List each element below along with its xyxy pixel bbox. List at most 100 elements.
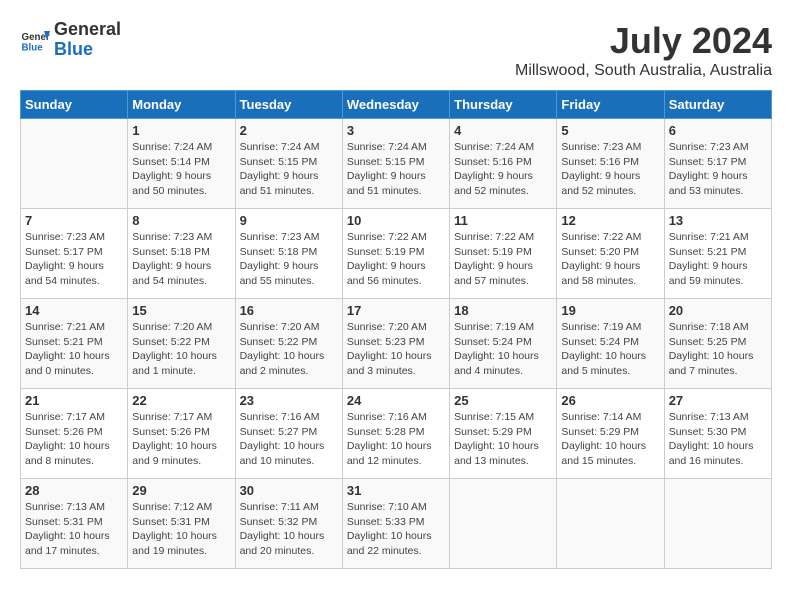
day-cell: 17 Sunrise: 7:20 AM Sunset: 5:23 PM Dayli… <box>342 299 449 389</box>
day-info: Sunrise: 7:22 AM Sunset: 5:20 PM Dayligh… <box>561 230 659 289</box>
week-row-4: 21 Sunrise: 7:17 AM Sunset: 5:26 PM Dayli… <box>21 389 772 479</box>
day-info: Sunrise: 7:23 AM Sunset: 5:18 PM Dayligh… <box>240 230 338 289</box>
day-number: 11 <box>454 213 552 228</box>
day-info: Sunrise: 7:23 AM Sunset: 5:18 PM Dayligh… <box>132 230 230 289</box>
day-info: Sunrise: 7:23 AM Sunset: 5:17 PM Dayligh… <box>669 140 767 199</box>
day-cell: 3 Sunrise: 7:24 AM Sunset: 5:15 PM Daylig… <box>342 119 449 209</box>
day-cell: 22 Sunrise: 7:17 AM Sunset: 5:26 PM Dayli… <box>128 389 235 479</box>
day-info: Sunrise: 7:24 AM Sunset: 5:16 PM Dayligh… <box>454 140 552 199</box>
day-number: 25 <box>454 393 552 408</box>
header-cell-wednesday: Wednesday <box>342 91 449 119</box>
day-info: Sunrise: 7:22 AM Sunset: 5:19 PM Dayligh… <box>454 230 552 289</box>
day-number: 29 <box>132 483 230 498</box>
day-cell: 20 Sunrise: 7:18 AM Sunset: 5:25 PM Dayli… <box>664 299 771 389</box>
day-info: Sunrise: 7:19 AM Sunset: 5:24 PM Dayligh… <box>561 320 659 379</box>
day-info: Sunrise: 7:23 AM Sunset: 5:17 PM Dayligh… <box>25 230 123 289</box>
day-info: Sunrise: 7:20 AM Sunset: 5:23 PM Dayligh… <box>347 320 445 379</box>
location-title: Millswood, South Australia, Australia <box>515 62 772 80</box>
day-cell: 7 Sunrise: 7:23 AM Sunset: 5:17 PM Daylig… <box>21 209 128 299</box>
day-cell: 15Sunrise: 7:20 AM Sunset: 5:22 PM Dayli… <box>128 299 235 389</box>
day-info: Sunrise: 7:24 AM Sunset: 5:15 PM Dayligh… <box>347 140 445 199</box>
day-number: 19 <box>561 303 659 318</box>
day-cell: 21Sunrise: 7:17 AM Sunset: 5:26 PM Dayli… <box>21 389 128 479</box>
day-info: Sunrise: 7:13 AM Sunset: 5:31 PM Dayligh… <box>25 500 123 559</box>
day-number: 2 <box>240 123 338 138</box>
day-info: Sunrise: 7:21 AM Sunset: 5:21 PM Dayligh… <box>25 320 123 379</box>
day-number: 26 <box>561 393 659 408</box>
day-cell: 4 Sunrise: 7:24 AM Sunset: 5:16 PM Daylig… <box>450 119 557 209</box>
day-info: Sunrise: 7:14 AM Sunset: 5:29 PM Dayligh… <box>561 410 659 469</box>
week-row-1: 1 Sunrise: 7:24 AM Sunset: 5:14 PM Daylig… <box>21 119 772 209</box>
day-number: 28 <box>25 483 123 498</box>
day-info: Sunrise: 7:15 AM Sunset: 5:29 PM Dayligh… <box>454 410 552 469</box>
day-info: Sunrise: 7:12 AM Sunset: 5:31 PM Dayligh… <box>132 500 230 559</box>
day-cell: 29 Sunrise: 7:12 AM Sunset: 5:31 PM Dayli… <box>128 479 235 569</box>
day-number: 20 <box>669 303 767 318</box>
day-cell: 2 Sunrise: 7:24 AM Sunset: 5:15 PM Daylig… <box>235 119 342 209</box>
header-cell-friday: Friday <box>557 91 664 119</box>
day-cell: 31Sunrise: 7:10 AM Sunset: 5:33 PM Dayli… <box>342 479 449 569</box>
day-info: Sunrise: 7:22 AM Sunset: 5:19 PM Dayligh… <box>347 230 445 289</box>
day-cell: 10 Sunrise: 7:22 AM Sunset: 5:19 PM Dayli… <box>342 209 449 299</box>
logo-icon: General Blue <box>20 25 50 55</box>
header-row: SundayMondayTuesdayWednesdayThursdayFrid… <box>21 91 772 119</box>
day-info: Sunrise: 7:16 AM Sunset: 5:28 PM Dayligh… <box>347 410 445 469</box>
title-block: July 2024 Millswood, South Australia, Au… <box>515 20 772 80</box>
day-number: 6 <box>669 123 767 138</box>
calendar-table: SundayMondayTuesdayWednesdayThursdayFrid… <box>20 90 772 569</box>
day-number: 7 <box>25 213 123 228</box>
day-number: 14 <box>25 303 123 318</box>
day-number: 1 <box>132 123 230 138</box>
day-cell: 24 Sunrise: 7:16 AM Sunset: 5:28 PM Dayli… <box>342 389 449 479</box>
day-cell: 8Sunrise: 7:23 AM Sunset: 5:18 PM Daylig… <box>128 209 235 299</box>
day-cell <box>664 479 771 569</box>
day-cell: 18 Sunrise: 7:19 AM Sunset: 5:24 PM Dayli… <box>450 299 557 389</box>
day-cell: 19 Sunrise: 7:19 AM Sunset: 5:24 PM Dayli… <box>557 299 664 389</box>
header-cell-sunday: Sunday <box>21 91 128 119</box>
day-cell: 6 Sunrise: 7:23 AM Sunset: 5:17 PM Daylig… <box>664 119 771 209</box>
day-number: 21 <box>25 393 123 408</box>
day-number: 10 <box>347 213 445 228</box>
day-number: 4 <box>454 123 552 138</box>
logo: General Blue General Blue <box>20 20 121 60</box>
header-cell-saturday: Saturday <box>664 91 771 119</box>
day-number: 24 <box>347 393 445 408</box>
day-info: Sunrise: 7:11 AM Sunset: 5:32 PM Dayligh… <box>240 500 338 559</box>
day-number: 5 <box>561 123 659 138</box>
day-number: 17 <box>347 303 445 318</box>
day-number: 23 <box>240 393 338 408</box>
day-cell: 11 Sunrise: 7:22 AM Sunset: 5:19 PM Dayli… <box>450 209 557 299</box>
day-cell: 30Sunrise: 7:11 AM Sunset: 5:32 PM Dayli… <box>235 479 342 569</box>
day-info: Sunrise: 7:24 AM Sunset: 5:14 PM Dayligh… <box>132 140 230 199</box>
day-number: 3 <box>347 123 445 138</box>
day-number: 12 <box>561 213 659 228</box>
day-cell: 1 Sunrise: 7:24 AM Sunset: 5:14 PM Daylig… <box>128 119 235 209</box>
day-cell: 23Sunrise: 7:16 AM Sunset: 5:27 PM Dayli… <box>235 389 342 479</box>
header-cell-tuesday: Tuesday <box>235 91 342 119</box>
day-cell: 16 Sunrise: 7:20 AM Sunset: 5:22 PM Dayli… <box>235 299 342 389</box>
day-info: Sunrise: 7:24 AM Sunset: 5:15 PM Dayligh… <box>240 140 338 199</box>
day-info: Sunrise: 7:19 AM Sunset: 5:24 PM Dayligh… <box>454 320 552 379</box>
day-info: Sunrise: 7:18 AM Sunset: 5:25 PM Dayligh… <box>669 320 767 379</box>
day-cell: 26 Sunrise: 7:14 AM Sunset: 5:29 PM Dayli… <box>557 389 664 479</box>
week-row-3: 14 Sunrise: 7:21 AM Sunset: 5:21 PM Dayli… <box>21 299 772 389</box>
day-number: 22 <box>132 393 230 408</box>
day-cell: 9Sunrise: 7:23 AM Sunset: 5:18 PM Daylig… <box>235 209 342 299</box>
day-info: Sunrise: 7:17 AM Sunset: 5:26 PM Dayligh… <box>132 410 230 469</box>
day-info: Sunrise: 7:20 AM Sunset: 5:22 PM Dayligh… <box>132 320 230 379</box>
day-info: Sunrise: 7:23 AM Sunset: 5:16 PM Dayligh… <box>561 140 659 199</box>
day-cell: 27Sunrise: 7:13 AM Sunset: 5:30 PM Dayli… <box>664 389 771 479</box>
day-cell <box>450 479 557 569</box>
day-info: Sunrise: 7:21 AM Sunset: 5:21 PM Dayligh… <box>669 230 767 289</box>
page-header: General Blue General Blue July 2024 Mill… <box>20 20 772 80</box>
svg-text:Blue: Blue <box>22 42 44 53</box>
header-cell-monday: Monday <box>128 91 235 119</box>
day-number: 16 <box>240 303 338 318</box>
day-cell: 25 Sunrise: 7:15 AM Sunset: 5:29 PM Dayli… <box>450 389 557 479</box>
day-info: Sunrise: 7:20 AM Sunset: 5:22 PM Dayligh… <box>240 320 338 379</box>
day-cell <box>21 119 128 209</box>
day-number: 13 <box>669 213 767 228</box>
week-row-5: 28 Sunrise: 7:13 AM Sunset: 5:31 PM Dayli… <box>21 479 772 569</box>
month-title: July 2024 <box>515 20 772 62</box>
day-number: 18 <box>454 303 552 318</box>
